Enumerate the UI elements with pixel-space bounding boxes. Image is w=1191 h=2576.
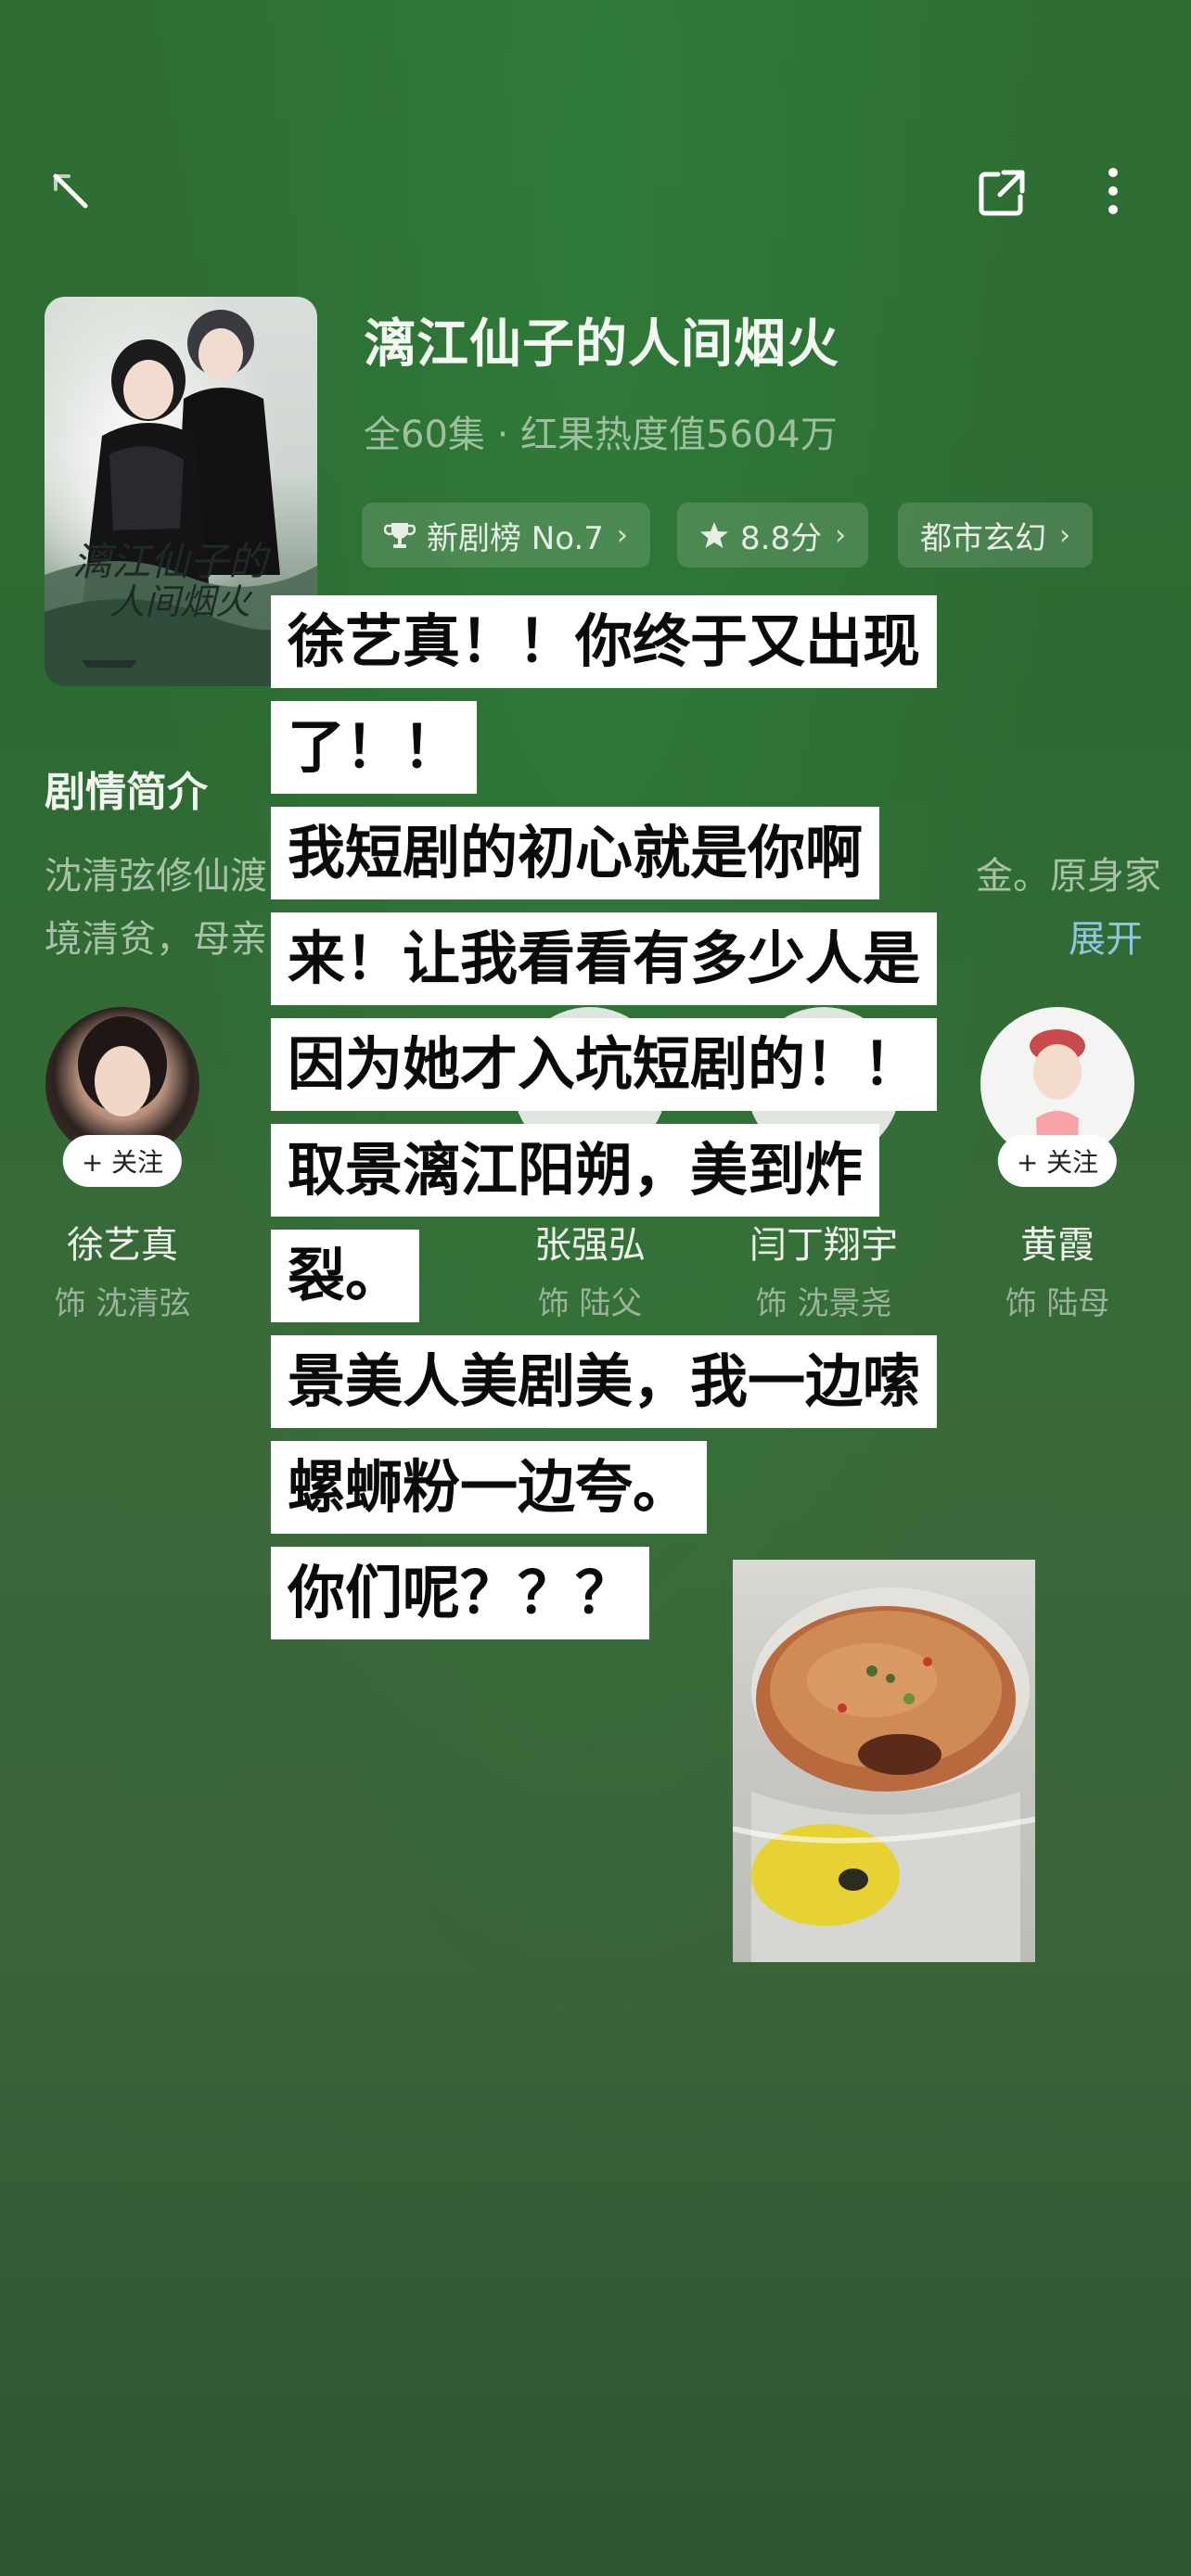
synopsis-title: 剧情简介 (45, 769, 208, 816)
cast-member[interactable]: + 关注 徐艺真 饰 沈清弦 (30, 1007, 215, 1323)
expand-link[interactable]: 展开 (1069, 909, 1143, 963)
tag-ranking-label: 新剧榜 No.7 (427, 519, 604, 557)
cast-role: 饰 沈景尧 (755, 1285, 892, 1322)
svg-text:人间烟火: 人间烟火 (109, 581, 253, 622)
caption-line: 因为她才入坑短剧的！！ (271, 1018, 938, 1111)
cast-role: 饰 沈清弦 (54, 1285, 191, 1322)
cast-name: 张强弘 (534, 1224, 646, 1267)
cast-role: 饰 陆母 (1005, 1285, 1110, 1322)
follow-button[interactable]: + 关注 (997, 1135, 1118, 1187)
caption-line: 了！！ (271, 701, 478, 794)
chevron-right-icon: › (1059, 518, 1070, 552)
caption-line: 景美人美剧美，我一边嗦 (271, 1335, 938, 1428)
more-vertical-icon[interactable] (1087, 163, 1139, 219)
synopsis-line-2-start: 境清贫，母亲 (45, 918, 267, 961)
back-arrow-icon[interactable] (45, 165, 100, 221)
cast-name: 徐艺真 (67, 1224, 178, 1267)
drama-title: 漓江仙子的人间烟火 (364, 314, 839, 375)
chevron-right-icon: › (616, 518, 628, 552)
caption-line: 取景漓江阳朔，美到炸 (271, 1124, 880, 1217)
drama-meta: 全60集 · 红果热度值5604万 (364, 414, 838, 456)
cast-name: 黄霞 (1020, 1224, 1095, 1267)
caption-line: 你们呢？？？ (271, 1547, 650, 1639)
synopsis-line-1-end: 金。原身家 (976, 855, 1161, 898)
caption-line: 来！让我看看有多少人是 (271, 912, 938, 1005)
food-photo (733, 1560, 1035, 1962)
cast-name: 闫丁翔宇 (749, 1224, 898, 1267)
caption-line: 徐艺真！！你终于又出现 (271, 595, 938, 688)
svg-text:漓江仙子的: 漓江仙子的 (72, 539, 272, 584)
follow-button[interactable]: + 关注 (62, 1135, 183, 1187)
trophy-icon (384, 519, 416, 551)
synopsis-line-1-start: 沈清弦修仙渡 (45, 855, 267, 898)
chevron-right-icon: › (835, 518, 847, 552)
share-icon[interactable] (974, 165, 1030, 221)
tag-ranking[interactable]: 新剧榜 No.7 › (362, 503, 650, 567)
tag-genre-label: 都市玄幻 (920, 519, 1046, 557)
cast-role: 饰 陆父 (537, 1285, 643, 1322)
tag-rating[interactable]: 8.8分 › (677, 503, 869, 567)
star-icon (699, 520, 729, 550)
cast-member[interactable]: + 关注 黄霞 饰 陆母 (965, 1007, 1150, 1323)
tag-rating-label: 8.8分 (740, 519, 823, 557)
caption-line: 我短剧的初心就是你啊 (271, 807, 880, 899)
caption-line: 裂。 (271, 1230, 420, 1322)
caption-line: 螺蛳粉一边夸。 (271, 1441, 708, 1534)
tag-genre[interactable]: 都市玄幻 › (898, 503, 1093, 567)
